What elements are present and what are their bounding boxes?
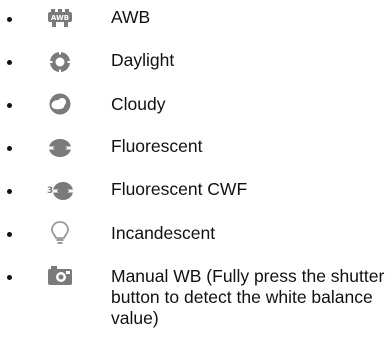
bullet [7,17,12,22]
svg-text:AWB: AWB [51,14,69,22]
bullet [7,103,12,108]
mode-label: Fluorescent [111,136,203,156]
mode-label: Incandescent [111,223,216,243]
mode-label: Fluorescent CWF [111,179,248,199]
incandescent-icon [46,220,74,246]
bullet [7,232,12,237]
daylight-icon [46,49,74,75]
white-balance-list: AWB AWB Daylight Cloudy Fluorescent 3 Fl… [0,0,392,338]
bullet [7,275,12,280]
bullet [7,189,12,194]
mode-label: Manual WB (Fully press the shutter butto… [111,266,385,328]
fluorescent-icon [46,135,74,161]
bullet [7,146,12,151]
fluorescent-cwf-icon: 3 [46,178,74,204]
mode-label: AWB [111,7,151,27]
awb-icon: AWB [46,6,74,32]
cloudy-icon [46,91,74,117]
svg-text:3: 3 [47,186,53,196]
manual-wb-icon [46,263,74,289]
bullet [7,60,12,65]
mode-label: Daylight [111,50,175,70]
mode-label: Cloudy [111,94,166,114]
